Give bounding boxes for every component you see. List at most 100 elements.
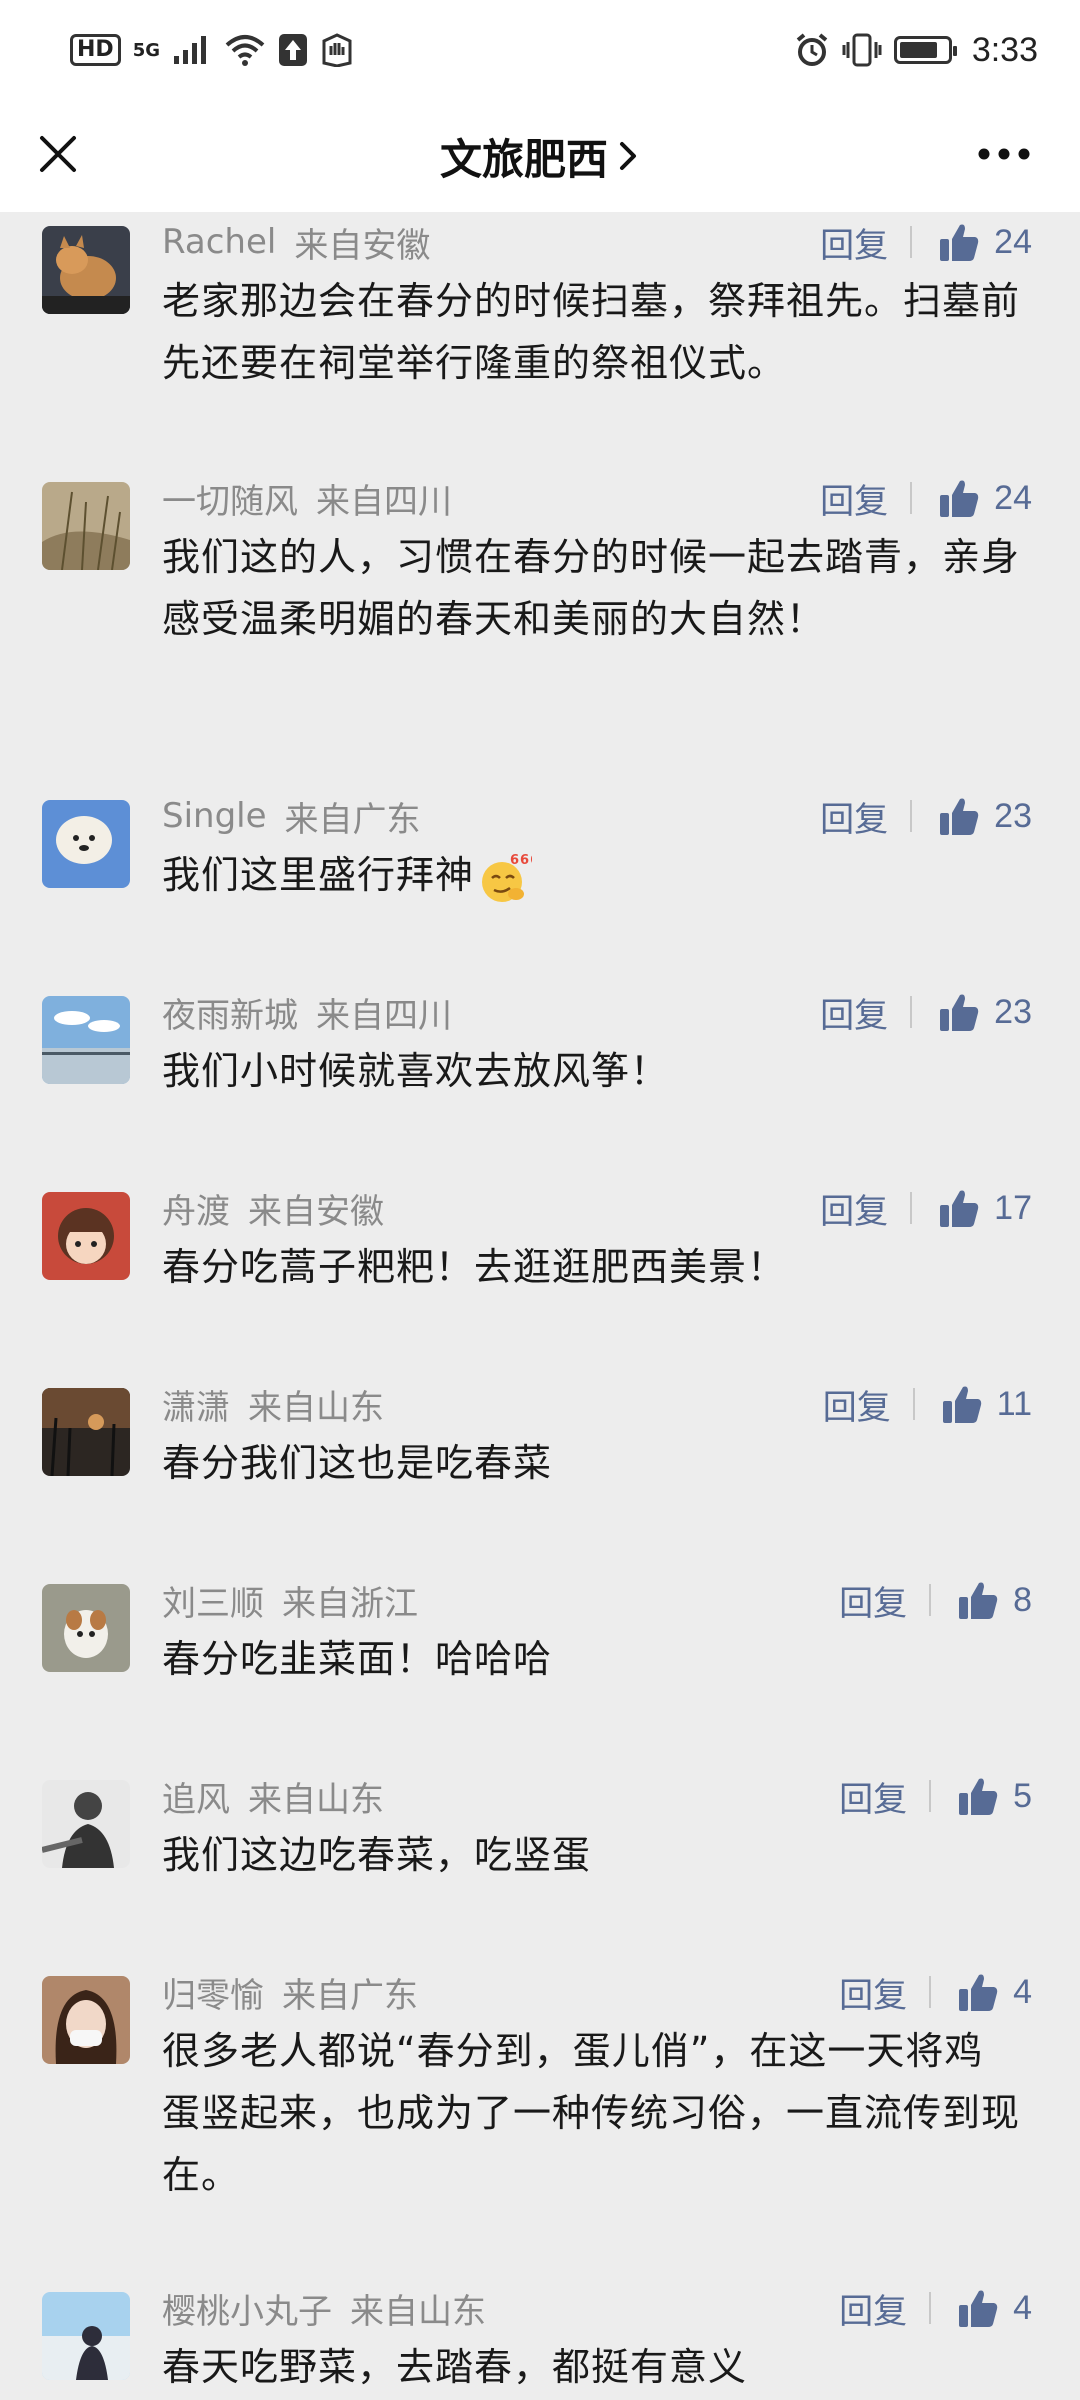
account-title[interactable]: 文旅肥西 [440, 126, 640, 187]
upload-icon [279, 34, 307, 66]
reply-button[interactable]: 回复 [823, 1380, 913, 1429]
avatar[interactable] [42, 2292, 130, 2380]
avatar[interactable] [42, 800, 130, 888]
like-count: 23 [994, 796, 1032, 835]
comment-actions: 回复 8 [839, 1570, 1032, 1630]
comment-text: 春分吃韭菜面！哈哈哈 [162, 1637, 553, 1681]
reply-button[interactable]: 回复 [839, 1576, 929, 1625]
thumbs-up-icon[interactable] [938, 221, 980, 263]
comment-meta: 刘三顺 来自浙江 [162, 1570, 418, 1630]
divider [929, 1584, 932, 1616]
comment-actions: 回复 17 [820, 1178, 1032, 1238]
commenter-name[interactable]: 樱桃小丸子 [162, 2284, 332, 2333]
avatar[interactable] [42, 1584, 130, 1672]
avatar[interactable] [42, 996, 130, 1084]
comment-actions: 回复 24 [820, 468, 1032, 528]
divider [912, 1388, 915, 1420]
comment-text: 我们这的人，习惯在春分的时候一起去踏青，亲身感受温柔明媚的春天和美丽的大自然！ [162, 535, 1021, 641]
thumbs-up-icon[interactable] [957, 1579, 999, 1621]
reply-button[interactable]: 回复 [839, 2284, 929, 2333]
comment-text: 我们这边吃春菜，吃竖蛋 [162, 1833, 592, 1877]
reply-button[interactable]: 回复 [820, 988, 910, 1037]
comment-actions: 回复 4 [839, 2278, 1032, 2338]
wifi-icon [225, 35, 265, 66]
reply-button[interactable]: 回复 [820, 218, 910, 267]
commenter-name[interactable]: 夜雨新城 [162, 988, 298, 1037]
comment-meta: 归零愉 来自广东 [162, 1962, 418, 2022]
comment-text: 老家那边会在春分的时候扫墓，祭拜祖先。扫墓前先还要在祠堂举行隆重的祭祖仪式。 [162, 279, 1021, 385]
like-count: 23 [994, 992, 1032, 1031]
commenter-name[interactable]: 潇潇 [162, 1380, 230, 1429]
avatar[interactable] [42, 226, 130, 314]
thumbs-up-icon[interactable] [938, 1187, 980, 1229]
like-count: 4 [1013, 2288, 1032, 2327]
reply-button[interactable]: 回复 [839, 1772, 929, 1821]
commenter-name[interactable]: Rachel [162, 222, 276, 262]
thumbs-up-icon[interactable] [957, 1971, 999, 2013]
hd-badge: HD [70, 34, 121, 66]
commenter-region: 来自山东 [248, 1779, 384, 1820]
commenter-region: 来自广东 [284, 799, 421, 840]
battery-level [899, 42, 937, 58]
avatar[interactable] [42, 1388, 130, 1476]
commenter-name[interactable]: 刘三顺 [162, 1576, 264, 1625]
divider [910, 1192, 913, 1224]
commenter-name[interactable]: 一切随风 [162, 474, 298, 523]
commenter-name[interactable]: Single [162, 796, 267, 836]
comment-actions: 回复 11 [823, 1374, 1032, 1434]
thumbs-up-icon[interactable] [938, 795, 980, 837]
like-count: 11 [996, 1384, 1032, 1423]
comment-actions: 回复 23 [820, 786, 1032, 846]
comment-meta: Rachel 来自安徽 [162, 212, 430, 272]
reply-button[interactable]: 回复 [820, 792, 910, 841]
commenter-region: 来自四川 [316, 481, 452, 522]
comment-meta: 夜雨新城 来自四川 [162, 982, 452, 1042]
status-right: 3:33 [794, 31, 1038, 70]
like-count: 24 [994, 222, 1032, 261]
like-count: 8 [1013, 1580, 1032, 1619]
vibrate-icon [842, 33, 882, 67]
comment-meta: Single 来自广东 [162, 786, 421, 846]
comment-actions: 回复 4 [839, 1962, 1032, 2022]
thumbs-up-icon[interactable] [957, 1775, 999, 1817]
avatar[interactable] [42, 482, 130, 570]
reply-button[interactable]: 回复 [839, 1968, 929, 2017]
divider [910, 226, 913, 258]
thumbs-up-icon[interactable] [941, 1383, 983, 1425]
comment-meta: 一切随风 来自四川 [162, 468, 452, 528]
reply-button[interactable]: 回复 [820, 474, 910, 523]
thumbs-up-icon[interactable] [938, 991, 980, 1033]
page-title: 文旅肥西 [439, 134, 608, 184]
thumbs-up-icon[interactable] [957, 2287, 999, 2329]
avatar[interactable] [42, 1780, 130, 1868]
more-button[interactable] [968, 122, 1040, 186]
comment-meta: 追风 来自山东 [162, 1766, 384, 1826]
alarm-icon [796, 33, 828, 66]
divider [910, 800, 913, 832]
comment-meta: 樱桃小丸子 来自山东 [162, 2278, 486, 2338]
commenter-region: 来自山东 [248, 1387, 384, 1428]
666-emoji-icon: 666 [482, 853, 532, 902]
network-label: 5G [132, 39, 160, 61]
close-button[interactable] [26, 122, 90, 186]
comment-text: 春天吃野菜，去踏春，都挺有意义 [162, 2345, 748, 2389]
avatar[interactable] [42, 1192, 130, 1280]
commenter-name[interactable]: 追风 [162, 1772, 230, 1821]
commenter-region: 来自广东 [282, 1975, 418, 2016]
comment-meta: 舟渡 来自安徽 [162, 1178, 384, 1238]
thumbs-up-icon[interactable] [938, 477, 980, 519]
commenter-region: 来自浙江 [282, 1583, 418, 1624]
commenter-region: 来自安徽 [294, 225, 431, 266]
divider [929, 1780, 932, 1812]
divider [929, 1976, 932, 2008]
comment-text: 很多老人都说“春分到，蛋儿俏”，在这一天将鸡蛋竖起来，也成为了一种传统习俗，一直… [162, 2029, 1021, 2197]
commenter-name[interactable]: 归零愉 [162, 1968, 264, 2017]
clock: 3:33 [971, 30, 1038, 69]
like-count: 4 [1013, 1972, 1032, 2011]
avatar[interactable] [42, 1976, 130, 2064]
comment-text-body: 我们这里盛行拜神 [162, 853, 475, 897]
commenter-name[interactable]: 舟渡 [162, 1184, 230, 1233]
reply-button[interactable]: 回复 [820, 1184, 910, 1233]
more-icon [978, 148, 1030, 160]
comment-text: 我们小时候就喜欢去放风筝！ [162, 1049, 670, 1093]
